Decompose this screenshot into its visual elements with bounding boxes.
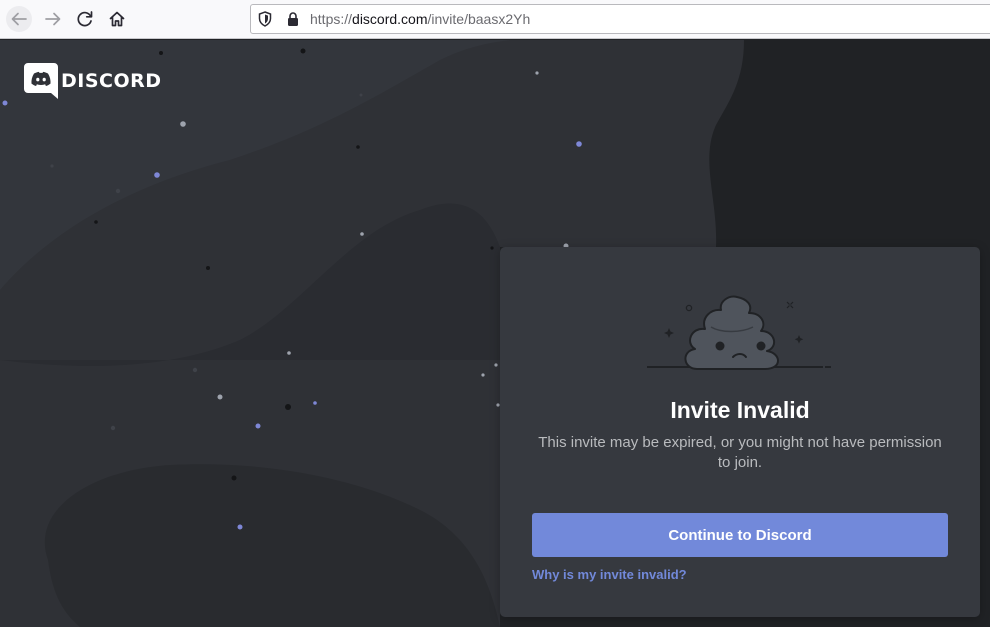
- url-prefix: https://: [310, 11, 353, 27]
- browser-toolbar: https://discord.com/invite/baasx2Yh: [0, 0, 990, 39]
- card-title: Invite Invalid: [670, 397, 810, 423]
- url-text[interactable]: https://discord.com/invite/baasx2Yh: [310, 5, 530, 33]
- invite-page: DISCORD Invite Invalid This invite may b…: [0, 40, 990, 627]
- reload-button[interactable]: [70, 4, 100, 34]
- discord-logo[interactable]: DISCORD: [24, 63, 162, 99]
- home-icon: [109, 11, 125, 27]
- continue-to-discord-button[interactable]: Continue to Discord: [532, 513, 948, 557]
- shield-icon[interactable]: [258, 5, 272, 33]
- address-bar[interactable]: https://discord.com/invite/baasx2Yh: [250, 4, 990, 34]
- home-button[interactable]: [102, 4, 132, 34]
- back-button[interactable]: [4, 4, 34, 34]
- poop-illustration: [647, 295, 831, 370]
- lock-icon[interactable]: [287, 5, 299, 33]
- invite-invalid-card: Invite Invalid This invite may be expire…: [500, 247, 980, 617]
- discord-wordmark: DISCORD: [61, 70, 162, 92]
- forward-arrow-icon: [45, 12, 61, 26]
- card-description: This invite may be expired, or you might…: [538, 434, 942, 471]
- reload-icon: [77, 11, 93, 27]
- discord-logo-icon: [24, 63, 58, 99]
- url-domain: discord.com: [352, 11, 428, 27]
- why-invite-invalid-link[interactable]: Why is my invite invalid?: [532, 567, 687, 582]
- url-path: /invite/baasx2Yh: [427, 11, 531, 27]
- back-arrow-icon: [6, 6, 32, 32]
- forward-button[interactable]: [38, 4, 68, 34]
